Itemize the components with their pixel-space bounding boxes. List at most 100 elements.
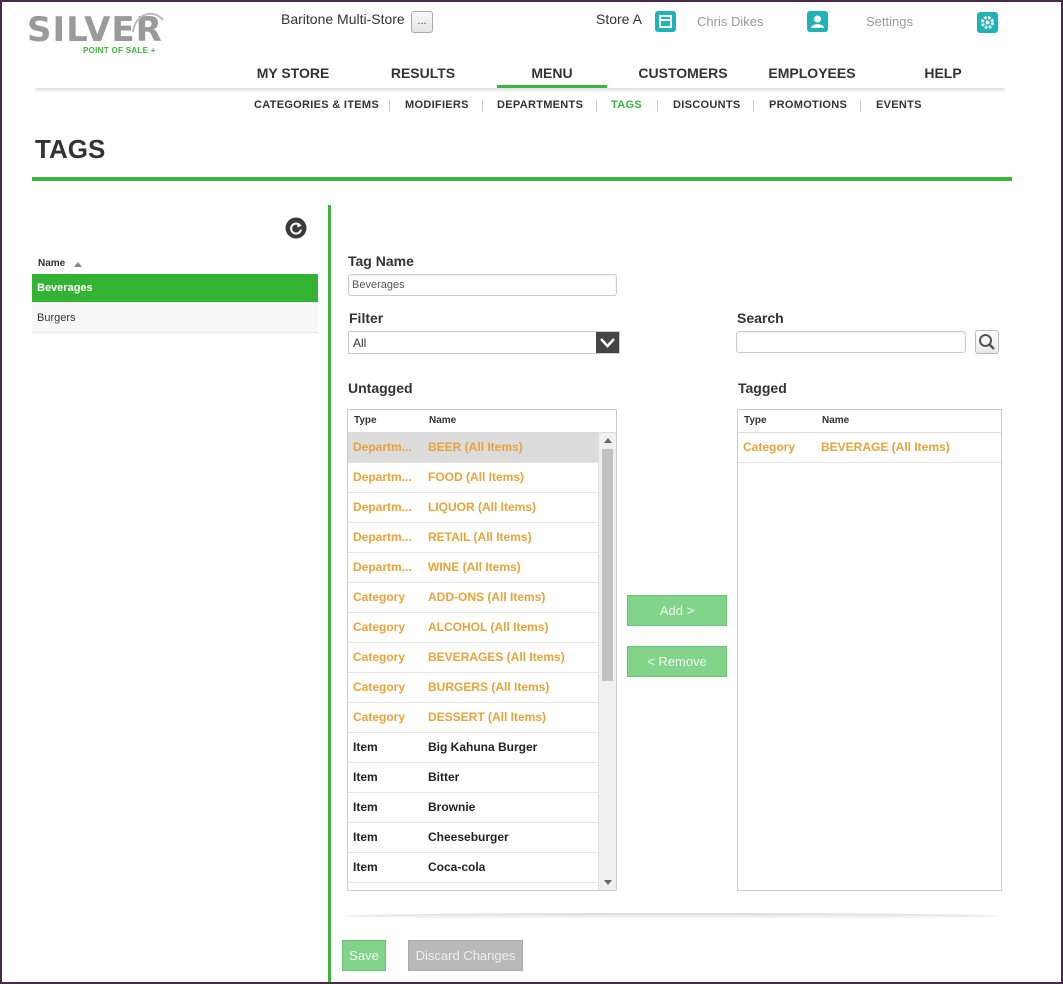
subnav-separator bbox=[860, 100, 861, 112]
subnav-promotions[interactable]: PROMOTIONS bbox=[769, 99, 847, 111]
search-input[interactable] bbox=[736, 331, 966, 353]
current-store[interactable]: Store A bbox=[596, 11, 642, 27]
scroll-up-icon[interactable] bbox=[604, 438, 612, 443]
grid-row[interactable]: Item Cheeseburger bbox=[348, 823, 599, 853]
subnav-departments[interactable]: DEPARTMENTS bbox=[497, 99, 583, 111]
subnav-categories-items[interactable]: CATEGORIES & ITEMS bbox=[254, 99, 379, 111]
grid-row[interactable]: Category DESSERT (All Items) bbox=[348, 703, 599, 733]
nav-menu[interactable]: MENU bbox=[497, 64, 607, 88]
row-type: Category bbox=[743, 440, 796, 454]
filter-label: Filter bbox=[349, 310, 384, 326]
untagged-grid-header: Type Name bbox=[348, 410, 616, 433]
row-type: Category bbox=[353, 710, 406, 724]
grid-row[interactable]: Departm... WINE (All Items) bbox=[348, 553, 599, 583]
silver-logo[interactable]: SILVER POINT OF SALE + bbox=[27, 10, 167, 60]
col-name-header[interactable]: Name bbox=[822, 415, 849, 426]
grid-row[interactable]: Category ALCOHOL (All Items) bbox=[348, 613, 599, 643]
grid-row[interactable]: Category BEVERAGES (All Items) bbox=[348, 643, 599, 673]
scroll-down-icon[interactable] bbox=[604, 880, 612, 885]
row-type: Item bbox=[353, 740, 378, 754]
filter-selected-value: All bbox=[353, 336, 367, 350]
subnav-separator bbox=[482, 100, 483, 112]
row-name: Coca-cola bbox=[428, 860, 486, 874]
gear-icon[interactable] bbox=[977, 12, 998, 33]
nav-help[interactable]: HELP bbox=[893, 64, 993, 88]
row-type: Category bbox=[353, 680, 406, 694]
grid-row[interactable]: Category BURGERS (All Items) bbox=[348, 673, 599, 703]
row-type: Category bbox=[353, 590, 406, 604]
col-type-header[interactable]: Type bbox=[354, 415, 377, 426]
row-name: DESSERT (All Items) bbox=[428, 710, 547, 724]
subnav-separator bbox=[596, 100, 597, 112]
user-name[interactable]: Chris Dikes bbox=[697, 14, 763, 29]
search-button[interactable] bbox=[975, 330, 999, 354]
store-options-button[interactable]: ... bbox=[411, 11, 433, 33]
subnav-discounts[interactable]: DISCOUNTS bbox=[673, 99, 740, 111]
row-name: Cheeseburger bbox=[428, 830, 509, 844]
nav-results[interactable]: RESULTS bbox=[373, 64, 473, 88]
grid-row[interactable]: Item Coca-cola bbox=[348, 853, 599, 883]
scroll-thumb[interactable] bbox=[602, 449, 613, 681]
row-type: Category bbox=[353, 620, 406, 634]
nav-customers[interactable]: CUSTOMERS bbox=[628, 64, 738, 88]
grid-row[interactable]: Category BEVERAGE (All Items) bbox=[738, 433, 1001, 463]
row-name: Bitter bbox=[428, 770, 460, 784]
search-label: Search bbox=[737, 310, 784, 326]
row-name: BEVERAGE (All Items) bbox=[821, 440, 950, 454]
subnav-separator bbox=[657, 100, 658, 112]
page-title: TAGS bbox=[35, 134, 106, 164]
settings-link[interactable]: Settings bbox=[866, 14, 913, 29]
row-type: Category bbox=[353, 650, 406, 664]
col-type-header[interactable]: Type bbox=[744, 415, 767, 426]
row-type: Departm... bbox=[353, 470, 412, 484]
title-divider bbox=[32, 177, 1012, 181]
save-button[interactable]: Save bbox=[342, 940, 386, 971]
row-name: BEVERAGES (All Items) bbox=[428, 650, 565, 664]
row-type: Departm... bbox=[353, 560, 412, 574]
grid-row[interactable]: Item Brownie bbox=[348, 793, 599, 823]
nav-employees[interactable]: EMPLOYEES bbox=[757, 64, 867, 88]
tagged-grid-header: Type Name bbox=[738, 410, 1001, 433]
grid-row[interactable]: Departm... BEER (All Items) bbox=[348, 433, 599, 463]
untagged-label: Untagged bbox=[348, 380, 413, 396]
row-type: Departm... bbox=[353, 500, 412, 514]
row-name: ADD-ONS (All Items) bbox=[428, 590, 546, 604]
tag-list-name-header[interactable]: Name bbox=[38, 258, 65, 269]
grid-row[interactable]: Category ADD-ONS (All Items) bbox=[348, 583, 599, 613]
remove-button[interactable]: < Remove bbox=[627, 646, 727, 677]
panel-divider bbox=[328, 205, 331, 982]
subnav-modifiers[interactable]: MODIFIERS bbox=[405, 99, 469, 111]
subnav-events[interactable]: EVENTS bbox=[876, 99, 922, 111]
row-name: Brownie bbox=[428, 800, 476, 814]
row-type: Item bbox=[353, 860, 378, 874]
row-type: Item bbox=[353, 800, 378, 814]
grid-row[interactable]: Departm... LIQUOR (All Items) bbox=[348, 493, 599, 523]
main-nav: MY STORE RESULTS MENU CUSTOMERS EMPLOYEE… bbox=[0, 64, 1063, 88]
grid-row[interactable]: Departm... RETAIL (All Items) bbox=[348, 523, 599, 553]
store-icon[interactable] bbox=[655, 11, 676, 32]
tag-name-input[interactable] bbox=[348, 274, 617, 296]
nav-my-store[interactable]: MY STORE bbox=[243, 64, 343, 88]
company-name: Baritone Multi-Store bbox=[281, 11, 405, 27]
row-type: Departm... bbox=[353, 440, 412, 454]
refresh-icon[interactable] bbox=[285, 217, 307, 239]
chevron-down-icon[interactable] bbox=[596, 332, 619, 353]
grid-row[interactable]: Item Bitter bbox=[348, 763, 599, 793]
user-icon[interactable] bbox=[807, 11, 828, 32]
grid-row[interactable]: Item Big Kahuna Burger bbox=[348, 733, 599, 763]
grid-row[interactable]: Departm... FOOD (All Items) bbox=[348, 463, 599, 493]
tag-list-item[interactable]: Beverages bbox=[32, 274, 318, 303]
row-type: Departm... bbox=[353, 530, 412, 544]
filter-select[interactable]: All bbox=[348, 331, 620, 354]
untagged-scrollbar[interactable] bbox=[598, 433, 616, 890]
row-name: BEER (All Items) bbox=[428, 440, 523, 454]
row-name: RETAIL (All Items) bbox=[428, 530, 532, 544]
row-name: FOOD (All Items) bbox=[428, 470, 525, 484]
tag-list-item[interactable]: Burgers bbox=[32, 304, 318, 333]
subnav-tags[interactable]: TAGS bbox=[611, 99, 642, 111]
add-button[interactable]: Add > bbox=[627, 595, 727, 626]
discard-changes-button[interactable]: Discard Changes bbox=[408, 940, 523, 971]
subnav-separator bbox=[753, 100, 754, 112]
col-name-header[interactable]: Name bbox=[429, 415, 456, 426]
row-name: BURGERS (All Items) bbox=[428, 680, 550, 694]
